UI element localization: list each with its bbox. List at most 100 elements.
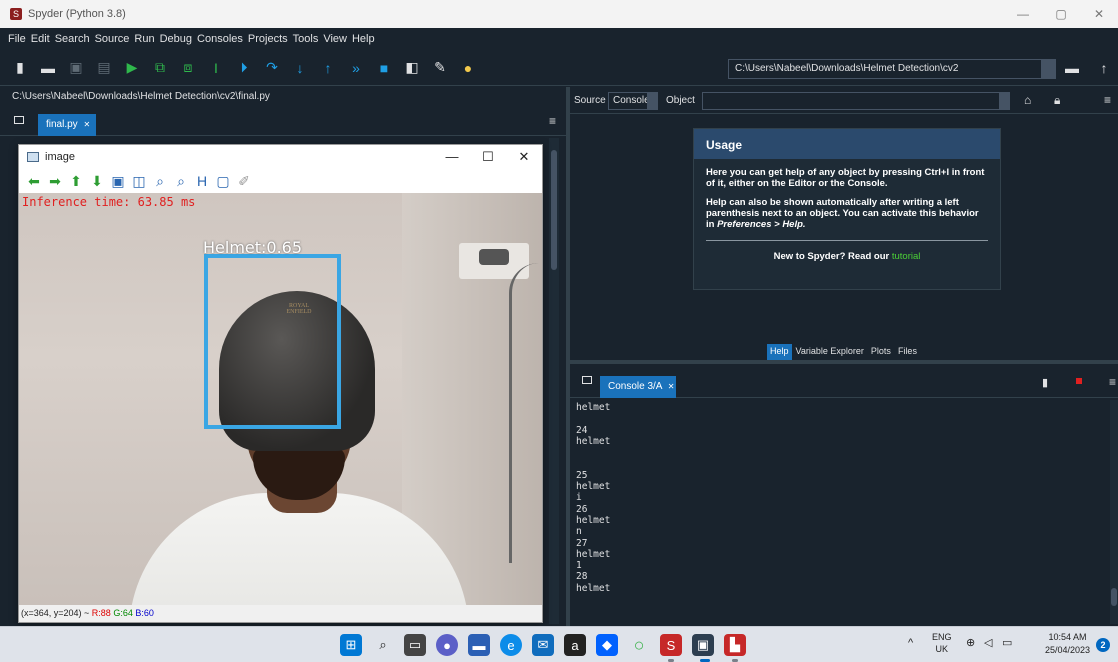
spyder-taskbar-icon[interactable]: S — [660, 634, 682, 656]
chat-icon[interactable]: ● — [436, 634, 458, 656]
horizontal-splitter[interactable] — [570, 360, 1118, 364]
chevron-down-icon[interactable] — [999, 93, 1009, 109]
maximize-button[interactable]: ▢ — [1042, 0, 1080, 28]
interrupt-kernel-icon[interactable] — [1076, 378, 1082, 384]
language-indicator[interactable]: ENG UK — [932, 631, 952, 655]
clock[interactable]: 10:54 AM 25/04/2023 — [1045, 631, 1090, 657]
mail-icon[interactable]: ✉ — [532, 634, 554, 656]
opencv-window-taskbar-icon[interactable]: ▣ — [692, 634, 714, 656]
dropbox-icon[interactable]: ◆ — [596, 634, 618, 656]
circle-app-icon[interactable]: ○ — [628, 634, 650, 656]
zoom-in-icon[interactable]: ⌕ — [151, 172, 169, 190]
properties-brush-icon[interactable]: ✐ — [235, 172, 253, 190]
network-icon[interactable]: ⊕ — [966, 637, 975, 649]
console-output[interactable]: helmet 24 helmet 25 helmet i 26 helmet n 27 helmet… — [570, 398, 1118, 626]
tab-plots[interactable]: Plots — [867, 344, 894, 360]
preferences-wrench-icon[interactable]: ✎ — [426, 54, 454, 82]
start-windows-icon[interactable]: ⊞ — [340, 634, 362, 656]
image-window-close[interactable]: ✕ — [506, 145, 542, 169]
python-path-icon[interactable]: ● — [454, 54, 482, 82]
menu-source[interactable]: Source — [95, 33, 130, 45]
menu-run[interactable]: Run — [134, 33, 154, 45]
tray-chevron-up-icon[interactable]: ^ — [908, 637, 913, 649]
stop-debug-icon[interactable]: ■ — [370, 54, 398, 82]
clock-date: 25/04/2023 — [1044, 645, 1090, 655]
browse-tabs-icon[interactable] — [14, 116, 24, 124]
search-icon[interactable]: ⌕ — [372, 634, 394, 656]
console-options-menu-icon[interactable]: ≡ — [1109, 375, 1116, 389]
amazon-icon[interactable]: a — [564, 634, 586, 656]
chevron-down-icon[interactable] — [1041, 60, 1055, 78]
console-scrollbar[interactable] — [1110, 400, 1118, 624]
task-view-icon[interactable]: ▭ — [404, 634, 426, 656]
chevron-down-icon[interactable] — [647, 93, 657, 109]
run-cell-advance-icon[interactable]: ⧈ — [174, 54, 202, 82]
minimize-button[interactable]: — — [1004, 0, 1042, 28]
image-window-minimize[interactable]: — — [434, 145, 470, 169]
menu-edit[interactable]: Edit — [31, 33, 50, 45]
save-image-icon[interactable]: H — [193, 172, 211, 190]
source-combo[interactable]: Console — [608, 92, 658, 110]
pan-down-icon[interactable]: ⬇ — [88, 172, 106, 190]
menu-search[interactable]: Search — [55, 33, 90, 45]
run-icon[interactable]: ▶ — [118, 54, 146, 82]
tab-close-icon[interactable]: ✕ — [668, 382, 675, 391]
scrollbar-thumb[interactable] — [1111, 588, 1117, 606]
battery-icon[interactable]: ▭ — [1002, 637, 1012, 649]
step-over-icon[interactable]: ↷ — [258, 54, 286, 82]
tab-files[interactable]: Files — [894, 344, 920, 360]
tab-console-3a[interactable]: Console 3/A ✕ — [600, 376, 676, 398]
remove-variables-icon[interactable]: ▮ — [1042, 376, 1048, 389]
home-icon[interactable]: ⌂ — [1024, 93, 1031, 107]
console-line: helmet — [576, 582, 611, 594]
tab-close-icon[interactable]: ✕ — [83, 120, 90, 129]
menu-consoles[interactable]: Consoles — [197, 33, 243, 45]
notification-badge[interactable]: 2 — [1096, 638, 1110, 652]
browse-tabs-icon[interactable] — [582, 376, 592, 384]
continue-icon[interactable]: » — [342, 54, 370, 82]
menu-file[interactable]: File — [8, 33, 26, 45]
run-cell-icon[interactable]: ⧉ — [146, 54, 174, 82]
close-button[interactable]: ✕ — [1080, 0, 1118, 28]
lock-icon[interactable]: 🔒︎ — [1054, 93, 1060, 108]
zoom-fit-icon[interactable]: ▣ — [109, 172, 127, 190]
tutorial-link[interactable]: tutorial — [892, 251, 921, 262]
volume-icon[interactable]: ◁ — [984, 637, 992, 649]
open-file-icon[interactable]: ▬ — [34, 54, 62, 82]
image-window-maximize[interactable]: ☐ — [470, 145, 506, 169]
tab-final-py[interactable]: final.py ✕ — [38, 114, 96, 136]
save-icon[interactable]: ▣ — [62, 54, 90, 82]
zoom-original-icon[interactable]: ◫ — [130, 172, 148, 190]
app-icon[interactable]: ▬ — [468, 634, 490, 656]
object-input[interactable] — [702, 92, 1010, 110]
edge-browser-icon[interactable]: e — [500, 634, 522, 656]
tab-help[interactable]: Help — [767, 344, 792, 360]
copy-image-icon[interactable]: ▢ — [214, 172, 232, 190]
debug-icon[interactable]: ⏵ — [230, 54, 258, 82]
editor-scrollbar[interactable] — [549, 138, 559, 624]
console-line: 25 — [576, 469, 588, 481]
menu-view[interactable]: View — [323, 33, 347, 45]
help-options-menu-icon[interactable]: ≡ — [1104, 93, 1111, 107]
save-all-icon[interactable]: ▤ — [90, 54, 118, 82]
pan-up-icon[interactable]: ⬆ — [67, 172, 85, 190]
browse-folder-icon[interactable]: ▬ — [1060, 56, 1084, 80]
step-return-icon[interactable]: ↑ — [314, 54, 342, 82]
pan-right-icon[interactable]: ➡ — [46, 172, 64, 190]
parent-dir-arrow-icon[interactable]: ↑ — [1092, 56, 1116, 80]
menu-help[interactable]: Help — [352, 33, 375, 45]
menu-projects[interactable]: Projects — [248, 33, 288, 45]
new-file-icon[interactable]: ▮ — [6, 54, 34, 82]
maximize-pane-icon[interactable]: ◧ — [398, 54, 426, 82]
tab-variable-explorer[interactable]: Variable Explorer — [792, 344, 867, 360]
menu-debug[interactable]: Debug — [160, 33, 192, 45]
editor-options-menu-icon[interactable]: ≡ — [549, 114, 556, 128]
python-taskbar-icon[interactable]: ▙ — [724, 634, 746, 656]
run-selection-icon[interactable]: I — [202, 54, 230, 82]
menu-tools[interactable]: Tools — [293, 33, 319, 45]
scrollbar-thumb[interactable] — [551, 150, 557, 270]
pan-left-icon[interactable]: ⬅ — [25, 172, 43, 190]
zoom-out-icon[interactable]: ⌕ — [172, 172, 190, 190]
working-directory-combo[interactable]: C:\Users\Nabeel\Downloads\Helmet Detecti… — [728, 59, 1056, 79]
step-into-icon[interactable]: ↓ — [286, 54, 314, 82]
